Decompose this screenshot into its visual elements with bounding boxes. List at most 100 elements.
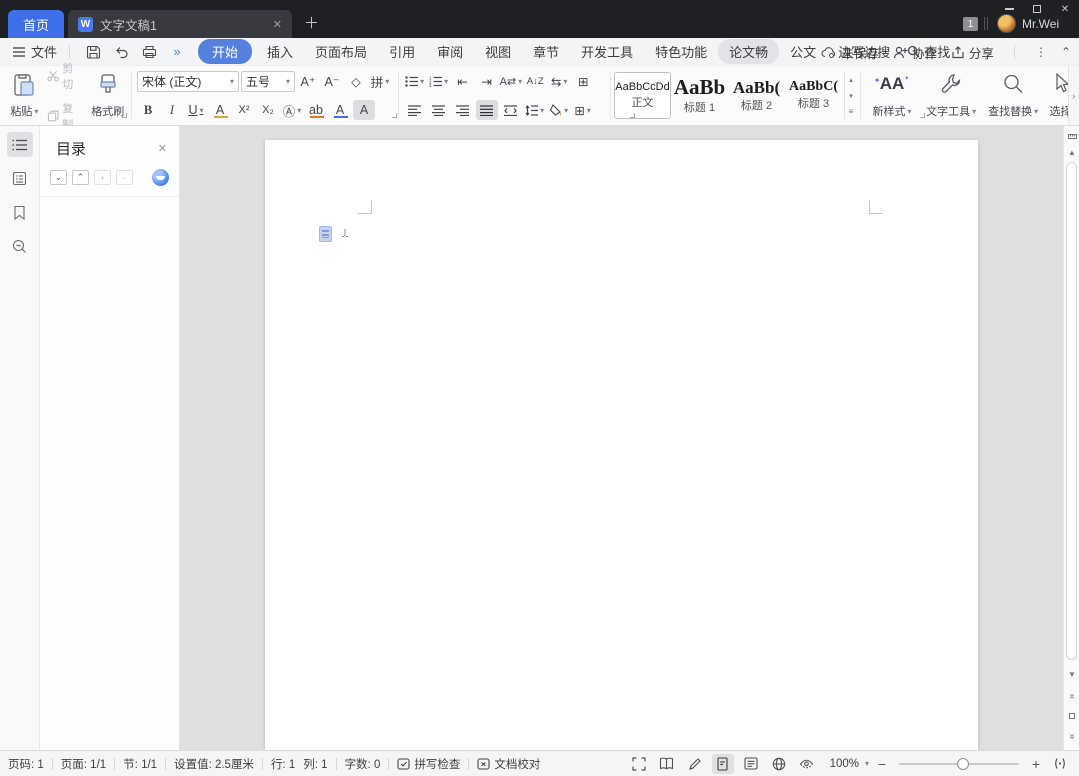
- bullet-list-button[interactable]: [404, 71, 426, 91]
- next-page-button[interactable]: «: [1064, 728, 1079, 744]
- doc-proof-button[interactable]: 文档校对: [477, 756, 540, 772]
- borders-button[interactable]: ⊞: [572, 100, 594, 120]
- more-options-button[interactable]: [1035, 45, 1047, 59]
- tab-review[interactable]: 审阅: [426, 39, 474, 64]
- zoom-slider-knob[interactable]: [957, 758, 969, 770]
- file-menu[interactable]: 文件: [12, 42, 57, 61]
- new-style-button[interactable]: AA✦✦ 新样式: [864, 70, 920, 121]
- tab-references[interactable]: 引用: [378, 39, 426, 64]
- character-scale-button[interactable]: A⇄: [500, 71, 523, 91]
- italic-button[interactable]: I: [161, 100, 183, 120]
- fit-page-button[interactable]: [1049, 754, 1071, 774]
- annotation-rail-button[interactable]: [7, 166, 33, 191]
- tab-dev-tools[interactable]: 开发工具: [570, 39, 644, 64]
- spell-check-button[interactable]: 拼写检查: [397, 756, 460, 772]
- font-color-button[interactable]: A: [329, 100, 351, 120]
- tab-page-layout[interactable]: 页面布局: [304, 39, 378, 64]
- maximize-button[interactable]: [1023, 0, 1051, 18]
- zoom-out-button[interactable]: −: [875, 756, 889, 772]
- increase-indent-button[interactable]: ⇥: [476, 71, 498, 91]
- align-left-button[interactable]: [404, 100, 426, 120]
- styles-dialog-launcher[interactable]: [920, 113, 925, 118]
- distribute-button[interactable]: [500, 100, 522, 120]
- share-button[interactable]: 分享: [951, 43, 994, 62]
- status-page-count[interactable]: 页面: 1/1: [61, 756, 106, 772]
- toc-promote-button[interactable]: +: [94, 170, 111, 185]
- toc-expand-all-button[interactable]: ⌃: [72, 170, 89, 185]
- tab-section[interactable]: 章节: [522, 39, 570, 64]
- previous-page-button[interactable]: «: [1064, 688, 1079, 704]
- scroll-up-arrow[interactable]: ▲: [1064, 144, 1079, 160]
- print-button[interactable]: [138, 42, 160, 62]
- bold-button[interactable]: B: [137, 100, 159, 120]
- status-margin-setting[interactable]: 设置值: 2.5厘米: [174, 756, 254, 772]
- decrease-indent-button[interactable]: ⇤: [452, 71, 474, 91]
- shrink-font-button[interactable]: A⁻: [321, 72, 343, 92]
- smart-assistant-icon[interactable]: [319, 226, 332, 242]
- tab-special-features[interactable]: 特色功能: [644, 39, 718, 64]
- fullscreen-button[interactable]: [628, 754, 650, 774]
- document-canvas[interactable]: [180, 126, 1063, 750]
- toc-demote-button[interactable]: −: [116, 170, 133, 185]
- find-replace-button[interactable]: 查找替换: [982, 70, 1044, 121]
- ruler-toggle-button[interactable]: [1064, 128, 1079, 144]
- save-status[interactable]: 未保存: [821, 43, 879, 62]
- more-quick-commands[interactable]: [166, 42, 188, 62]
- align-right-button[interactable]: [452, 100, 474, 120]
- collaborate-button[interactable]: 协作: [893, 43, 937, 62]
- message-count-badge[interactable]: 1: [963, 17, 978, 31]
- justify-button[interactable]: [476, 100, 498, 120]
- scrollbar-thumb[interactable]: [1066, 162, 1077, 660]
- vertical-scrollbar[interactable]: ▲ ▼ « «: [1063, 126, 1079, 750]
- tab-home[interactable]: 开始: [198, 39, 252, 64]
- styles-more-button[interactable]: ≡: [845, 103, 857, 119]
- read-mode-button[interactable]: [656, 754, 678, 774]
- tab-view[interactable]: 视图: [474, 39, 522, 64]
- subscript-button[interactable]: X₂: [257, 100, 279, 120]
- eye-protect-button[interactable]: [796, 754, 818, 774]
- status-word-count[interactable]: 字数: 0: [345, 756, 381, 772]
- toc-rail-button[interactable]: [7, 132, 33, 157]
- zoom-slider[interactable]: [899, 763, 1019, 765]
- outline-view-button[interactable]: [740, 754, 762, 774]
- styles-scroll-down[interactable]: ▾: [845, 88, 857, 104]
- font-dialog-launcher[interactable]: [392, 113, 397, 118]
- bookmark-rail-button[interactable]: [7, 200, 33, 225]
- cjk-layout-button[interactable]: ⇆: [548, 71, 570, 91]
- numbered-list-button[interactable]: 123: [428, 71, 450, 91]
- new-tab-button[interactable]: [304, 12, 319, 33]
- style-heading3[interactable]: AaBbC( 标题 3: [785, 72, 842, 119]
- toc-close-button[interactable]: [158, 142, 167, 155]
- phonetic-guide-button[interactable]: 拼: [369, 72, 391, 92]
- print-layout-button[interactable]: [712, 754, 734, 774]
- tab-official-doc[interactable]: 公文: [779, 39, 827, 64]
- status-section[interactable]: 节: 1/1: [123, 756, 157, 772]
- user-name[interactable]: Mr.Wei: [1022, 17, 1059, 31]
- style-normal[interactable]: AaBbCcDd 正文: [614, 72, 671, 119]
- ai-assistant-button[interactable]: [152, 169, 169, 186]
- styles-scroll-up[interactable]: ▴: [845, 72, 857, 88]
- character-shading-button[interactable]: A: [353, 100, 375, 120]
- document-tab[interactable]: W 文字文稿1: [68, 10, 292, 38]
- sort-button[interactable]: A↓Z: [524, 71, 546, 91]
- toc-collapse-all-button[interactable]: ⌄: [50, 170, 67, 185]
- zoom-in-button[interactable]: +: [1029, 756, 1043, 772]
- status-column[interactable]: 列: 1: [303, 756, 327, 772]
- status-page-number[interactable]: 页码: 1: [8, 756, 44, 772]
- document-page[interactable]: [265, 140, 978, 750]
- style-heading2[interactable]: AaBb( 标题 2: [728, 72, 785, 119]
- clear-format-button[interactable]: ◇: [345, 72, 367, 92]
- font-size-combo[interactable]: 五号: [241, 71, 295, 92]
- search-rail-button[interactable]: [7, 234, 33, 259]
- text-tools-button[interactable]: 文字工具: [920, 70, 982, 121]
- web-layout-button[interactable]: [768, 754, 790, 774]
- zoom-level-dropdown[interactable]: 100%: [830, 758, 869, 770]
- close-window-button[interactable]: [1051, 0, 1079, 18]
- tab-insert[interactable]: 插入: [256, 39, 304, 64]
- paragraph-dialog-launcher[interactable]: [630, 113, 635, 118]
- scroll-down-arrow[interactable]: ▼: [1064, 666, 1079, 682]
- close-tab-icon[interactable]: [273, 18, 282, 31]
- grow-font-button[interactable]: A⁺: [297, 72, 319, 92]
- enclose-characters-button[interactable]: Ⓐ: [281, 100, 303, 120]
- user-avatar[interactable]: [997, 14, 1016, 33]
